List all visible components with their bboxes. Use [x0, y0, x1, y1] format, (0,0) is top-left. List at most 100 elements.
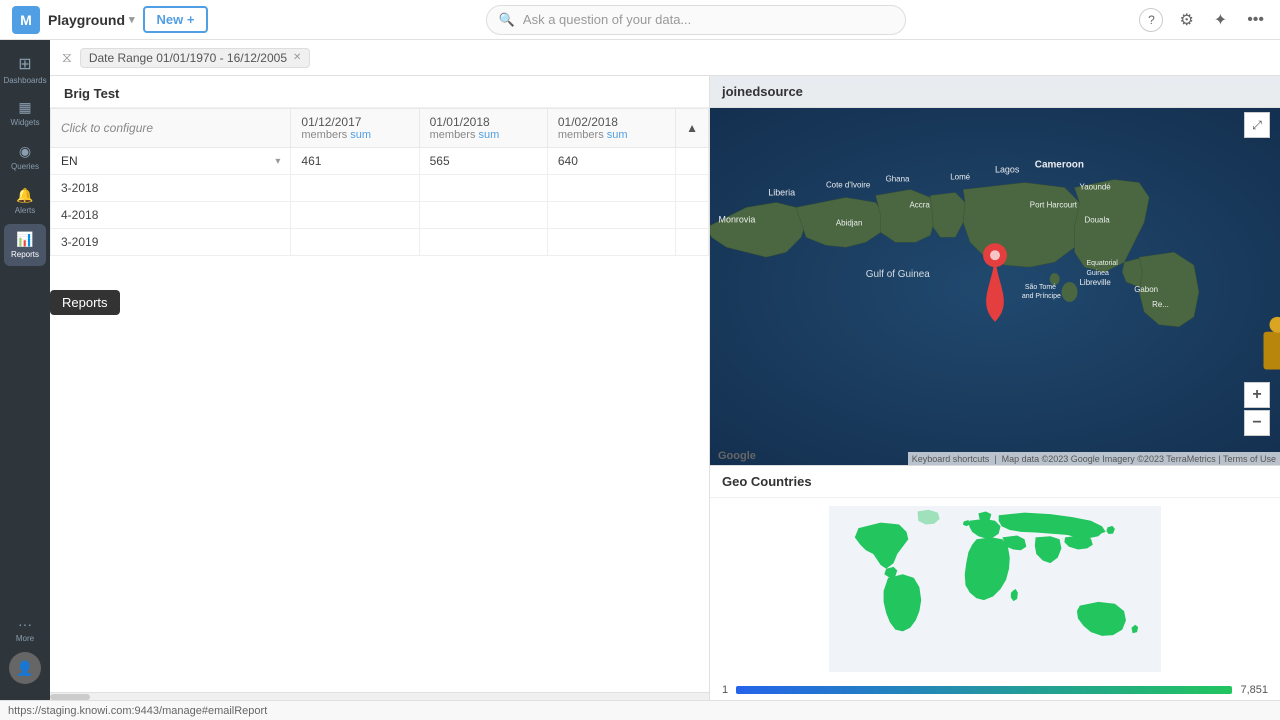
- svg-text:São Tomé: São Tomé: [1025, 284, 1056, 291]
- geo-section: Geo Countries: [710, 466, 1280, 700]
- search-icon: 🔍: [499, 12, 515, 28]
- cell-4-2018-2: [419, 202, 547, 229]
- satellite-map[interactable]: Monrovia Liberia Cote d'Ivoire Ghana Lom…: [710, 76, 1280, 466]
- queries-icon: ◉: [19, 143, 31, 160]
- topbar-right: ? ⚙ ✦ •••: [1139, 6, 1268, 34]
- col-header-3: 01/02/2018 members sum: [547, 109, 675, 148]
- google-logo: Google: [718, 450, 756, 462]
- map-section-title: joinedsource: [710, 76, 1280, 108]
- playground-dropdown-icon[interactable]: ▾: [129, 13, 135, 26]
- svg-text:Accra: Accra: [909, 200, 930, 209]
- table-row: 3-2018: [51, 175, 709, 202]
- filter-chip-close-icon[interactable]: ✕: [293, 52, 301, 63]
- sidebar-item-dashboards[interactable]: ⊞ Dashboards: [4, 48, 46, 90]
- legend-max: 7,851: [1240, 684, 1268, 696]
- sidebar-item-reports[interactable]: 📊 Reports: [4, 224, 46, 266]
- cell-en-2: 565: [419, 148, 547, 175]
- legend-gradient-bar: [736, 686, 1232, 694]
- app-logo[interactable]: M: [12, 6, 40, 34]
- svg-text:and Príncipe: and Príncipe: [1022, 293, 1061, 300]
- svg-text:Douala: Douala: [1085, 215, 1111, 224]
- filter-chip-date-range[interactable]: Date Range 01/01/1970 - 16/12/2005 ✕: [80, 48, 311, 68]
- cell-4-2018-4: [676, 202, 709, 229]
- zoom-in-button[interactable]: +: [1244, 382, 1270, 408]
- sidebar-label-queries: Queries: [11, 162, 39, 171]
- cell-3-2019-1: [291, 229, 419, 256]
- new-button[interactable]: New +: [143, 6, 209, 33]
- more-icon: ···: [18, 616, 32, 632]
- geo-legend: 1 7,851: [710, 680, 1280, 700]
- avatar[interactable]: 👤: [9, 652, 41, 684]
- left-panel: Brig Test Click to configure 01/12/2017 …: [50, 76, 710, 700]
- svg-text:Re...: Re...: [1152, 300, 1169, 309]
- settings-icon[interactable]: ⚙: [1175, 6, 1197, 34]
- cell-3-2019-3: [547, 229, 675, 256]
- sidebar-label-more: More: [16, 634, 34, 643]
- svg-text:Equatorial: Equatorial: [1086, 260, 1118, 267]
- sidebar-label-reports: Reports: [11, 250, 39, 259]
- reports-icon: 📊: [16, 231, 33, 248]
- world-map-svg: [718, 506, 1272, 672]
- svg-text:Monrovia: Monrovia: [719, 214, 756, 224]
- zoom-out-button[interactable]: −: [1244, 410, 1270, 436]
- svg-text:Gulf of Guinea: Gulf of Guinea: [866, 269, 931, 280]
- sidebar-item-widgets[interactable]: ▦ Widgets: [4, 92, 46, 134]
- status-url: https://staging.knowi.com:9443/manage#em…: [8, 705, 267, 717]
- table-row: EN ▾ 461 565 640: [51, 148, 709, 175]
- sidebar-item-more[interactable]: ··· More: [4, 608, 46, 650]
- cell-3-2018-3: [547, 175, 675, 202]
- scroll-thumb[interactable]: [50, 694, 90, 700]
- row-group-3-2018: 3-2018: [51, 175, 291, 202]
- filter-chip-label: Date Range 01/01/1970 - 16/12/2005: [89, 51, 287, 65]
- topbar-left: M Playground ▾ New +: [12, 6, 252, 34]
- row-group-4-2018: 4-2018: [51, 202, 291, 229]
- svg-text:Cote d'Ivoire: Cote d'Ivoire: [826, 181, 871, 190]
- svg-text:Ghana: Ghana: [886, 175, 910, 184]
- map-fullscreen-button[interactable]: ⤢: [1244, 112, 1270, 138]
- cell-4-2018-1: [291, 202, 419, 229]
- svg-text:Yaoundé: Yaoundé: [1080, 183, 1112, 192]
- sidebar: ⊞ Dashboards ▦ Widgets ◉ Queries 🔔 Alert…: [0, 40, 50, 700]
- alerts-icon: 🔔: [16, 187, 33, 204]
- right-panel: joinedsource: [710, 76, 1280, 700]
- search-bar[interactable]: 🔍 Ask a question of your data...: [486, 5, 906, 35]
- svg-text:Cameroon: Cameroon: [1035, 160, 1084, 171]
- col-header-1: 01/12/2017 members sum: [291, 109, 419, 148]
- svg-text:Liberia: Liberia: [768, 188, 795, 198]
- sidebar-label-widgets: Widgets: [11, 118, 40, 127]
- config-col-header[interactable]: Click to configure: [51, 109, 291, 148]
- notifications-icon[interactable]: ✦: [1210, 6, 1231, 34]
- col-header-expand[interactable]: ▲: [676, 109, 709, 148]
- sidebar-label-dashboards: Dashboards: [3, 76, 46, 85]
- help-icon[interactable]: ?: [1139, 8, 1163, 32]
- data-table[interactable]: Click to configure 01/12/2017 members su…: [50, 108, 709, 692]
- cell-3-2019-2: [419, 229, 547, 256]
- row-group-en[interactable]: EN ▾: [51, 148, 291, 175]
- row-group-3-2019: 3-2019: [51, 229, 291, 256]
- map-zoom-controls: + −: [1244, 382, 1270, 436]
- cell-3-2018-2: [419, 175, 547, 202]
- table-row: 3-2019: [51, 229, 709, 256]
- en-dropdown-arrow[interactable]: ▾: [275, 156, 280, 167]
- cell-en-1: 461: [291, 148, 419, 175]
- cell-en-3: 640: [547, 148, 675, 175]
- pivot-table: Click to configure 01/12/2017 members su…: [50, 108, 709, 256]
- svg-text:Gabon: Gabon: [1134, 285, 1158, 294]
- horizontal-scrollbar[interactable]: [50, 692, 709, 700]
- topbar-center: 🔍 Ask a question of your data...: [260, 5, 1131, 35]
- filter-bar: ⧖ Date Range 01/01/1970 - 16/12/2005 ✕: [50, 40, 1280, 76]
- world-map-container: [710, 498, 1280, 680]
- more-options-icon[interactable]: •••: [1243, 7, 1268, 33]
- table-row: 4-2018: [51, 202, 709, 229]
- col-header-2: 01/01/2018 members sum: [419, 109, 547, 148]
- sidebar-item-alerts[interactable]: 🔔 Alerts: [4, 180, 46, 222]
- avatar-icon: 👤: [16, 660, 33, 677]
- brig-test-title: Brig Test: [50, 76, 709, 108]
- filter-icon: ⧖: [62, 49, 72, 66]
- sidebar-item-queries[interactable]: ◉ Queries: [4, 136, 46, 178]
- map-attribution: Keyboard shortcuts | Map data ©2023 Goog…: [908, 452, 1280, 466]
- cell-4-2018-3: [547, 202, 675, 229]
- svg-text:Lomé: Lomé: [950, 173, 970, 182]
- main-layout: ⊞ Dashboards ▦ Widgets ◉ Queries 🔔 Alert…: [0, 40, 1280, 700]
- topbar: M Playground ▾ New + 🔍 Ask a question of…: [0, 0, 1280, 40]
